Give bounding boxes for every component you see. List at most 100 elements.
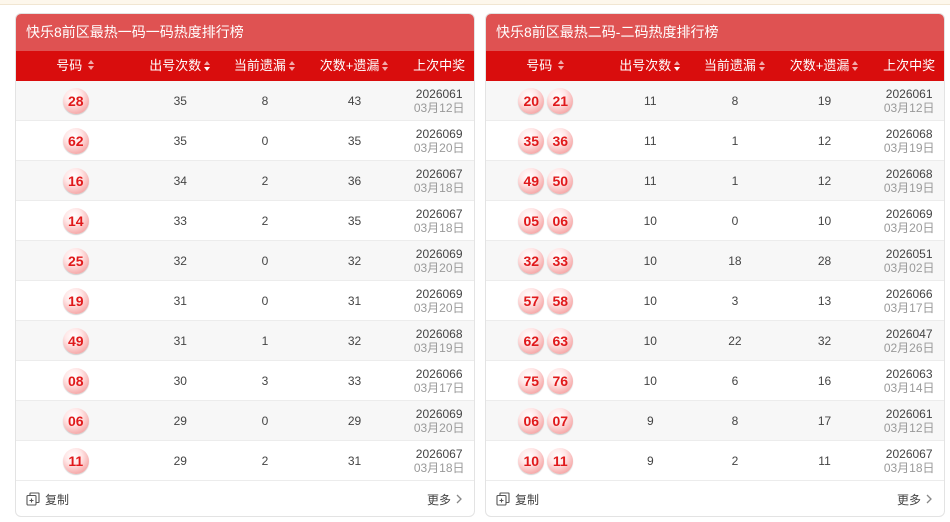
last-win-date: 03月17日 — [883, 300, 935, 315]
table-row: 06 29 0 29 2026069 03月20日 — [16, 401, 474, 441]
header-last-win: 上次中奖 — [883, 58, 936, 73]
last-win-issue: 2026066 — [415, 366, 463, 381]
chevron-right-icon — [456, 494, 462, 504]
panel-footer: 复制 更多 — [486, 481, 944, 516]
sort-icon[interactable] — [758, 60, 766, 71]
table-row: 57 58 10 3 13 2026066 03月17日 — [486, 281, 944, 321]
count-cell: 10 — [643, 333, 657, 348]
omission-cell: 2 — [731, 453, 739, 468]
number-ball: 35 — [518, 127, 545, 154]
header-omission[interactable]: 当前遗漏 — [695, 51, 775, 81]
number-ball: 50 — [547, 167, 574, 194]
number-cell: 06 — [16, 407, 135, 434]
number-ball: 57 — [518, 287, 545, 314]
last-win-cell: 2026067 03月18日 — [874, 447, 944, 475]
copy-icon — [26, 492, 40, 506]
number-ball: 10 — [518, 447, 545, 474]
copy-button[interactable]: 复制 — [26, 491, 69, 508]
number-cell: 05 06 — [486, 207, 605, 234]
sort-icon[interactable] — [88, 60, 95, 70]
number-ball: 58 — [547, 287, 574, 314]
sum-cell: 32 — [347, 333, 362, 348]
omission-cell: 22 — [728, 333, 742, 348]
last-win-cell: 2026069 03月20日 — [404, 127, 474, 155]
sort-icon[interactable] — [558, 60, 565, 70]
last-win-issue: 2026067 — [415, 446, 463, 461]
omission-cell: 3 — [261, 373, 269, 388]
last-win-issue: 2026063 — [885, 366, 933, 381]
header-number[interactable]: 号码 — [16, 51, 135, 81]
last-win-date: 03月20日 — [413, 420, 465, 435]
sort-icon[interactable] — [382, 60, 389, 71]
panel-footer: 复制 更多 — [16, 481, 474, 516]
header-number[interactable]: 号码 — [486, 51, 605, 81]
header-omission[interactable]: 当前遗漏 — [225, 51, 305, 81]
last-win-issue: 2026068 — [885, 166, 933, 181]
sort-icon[interactable] — [674, 60, 681, 71]
sum-cell: 33 — [347, 373, 362, 388]
number-ball: 20 — [518, 87, 545, 114]
table-row: 20 21 11 8 19 2026061 03月12日 — [486, 81, 944, 121]
copy-button[interactable]: 复制 — [496, 491, 539, 508]
table-row: 08 30 3 33 2026066 03月17日 — [16, 361, 474, 401]
table-row: 19 31 0 31 2026069 03月20日 — [16, 281, 474, 321]
table-row: 28 35 8 43 2026061 03月12日 — [16, 81, 474, 121]
number-cell: 20 21 — [486, 87, 605, 114]
sort-icon[interactable] — [288, 60, 296, 71]
omission-cell: 2 — [261, 453, 269, 468]
sum-cell: 12 — [817, 133, 832, 148]
number-cell: 57 58 — [486, 287, 605, 314]
number-ball: 28 — [62, 87, 89, 114]
sum-cell: 43 — [347, 93, 362, 108]
number-ball: 75 — [518, 367, 545, 394]
sum-cell: 11 — [818, 453, 831, 468]
count-cell: 11 — [644, 173, 657, 188]
omission-cell: 2 — [261, 213, 269, 228]
number-cell: 16 — [16, 167, 135, 194]
omission-cell: 0 — [731, 213, 739, 228]
more-link[interactable]: 更多 — [427, 491, 464, 508]
number-cell: 25 — [16, 247, 135, 274]
more-link[interactable]: 更多 — [897, 491, 934, 508]
header-count[interactable]: 出号次数 — [605, 51, 695, 81]
header-count[interactable]: 出号次数 — [135, 51, 225, 81]
omission-cell: 1 — [261, 333, 269, 348]
table-row: 49 50 11 1 12 2026068 03月19日 — [486, 161, 944, 201]
number-ball: 07 — [547, 407, 574, 434]
last-win-issue: 2026061 — [885, 406, 933, 421]
last-win-cell: 2026068 03月19日 — [874, 127, 944, 155]
header-count-plus-omission[interactable]: 次数+遗漏 — [305, 51, 405, 81]
header-count-plus-omission[interactable]: 次数+遗漏 — [775, 51, 875, 81]
sort-icon[interactable] — [852, 60, 859, 71]
omission-cell: 0 — [261, 413, 269, 428]
omission-cell: 0 — [261, 133, 269, 148]
last-win-cell: 2026066 03月17日 — [874, 287, 944, 315]
last-win-issue: 2026069 — [415, 286, 463, 301]
number-ball: 06 — [62, 407, 89, 434]
count-cell: 32 — [173, 253, 187, 268]
count-cell: 10 — [643, 373, 657, 388]
number-ball: 36 — [547, 127, 574, 154]
copy-icon — [496, 492, 510, 506]
number-ball: 14 — [62, 207, 89, 234]
sum-cell: 32 — [817, 333, 832, 348]
omission-cell: 8 — [731, 413, 739, 428]
table-row: 35 36 11 1 12 2026068 03月19日 — [486, 121, 944, 161]
table-row: 75 76 10 6 16 2026063 03月14日 — [486, 361, 944, 401]
count-cell: 10 — [643, 293, 657, 308]
last-win-date: 03月14日 — [883, 380, 935, 395]
number-ball: 16 — [62, 167, 89, 194]
number-cell: 62 63 — [486, 327, 605, 354]
count-cell: 10 — [643, 253, 657, 268]
number-cell: 08 — [16, 367, 135, 394]
count-cell: 10 — [643, 213, 657, 228]
header-last-win: 上次中奖 — [413, 58, 466, 73]
omission-cell: 6 — [731, 373, 739, 388]
last-win-date: 03月20日 — [413, 140, 465, 155]
sum-cell: 31 — [347, 453, 362, 468]
sum-cell: 28 — [817, 253, 832, 268]
number-cell: 28 — [16, 87, 135, 114]
sort-icon[interactable] — [204, 60, 211, 71]
table-body: 20 21 11 8 19 2026061 03月12日 35 36 11 1 12 2026068 03… — [486, 81, 944, 481]
last-win-issue: 2026061 — [885, 86, 933, 101]
